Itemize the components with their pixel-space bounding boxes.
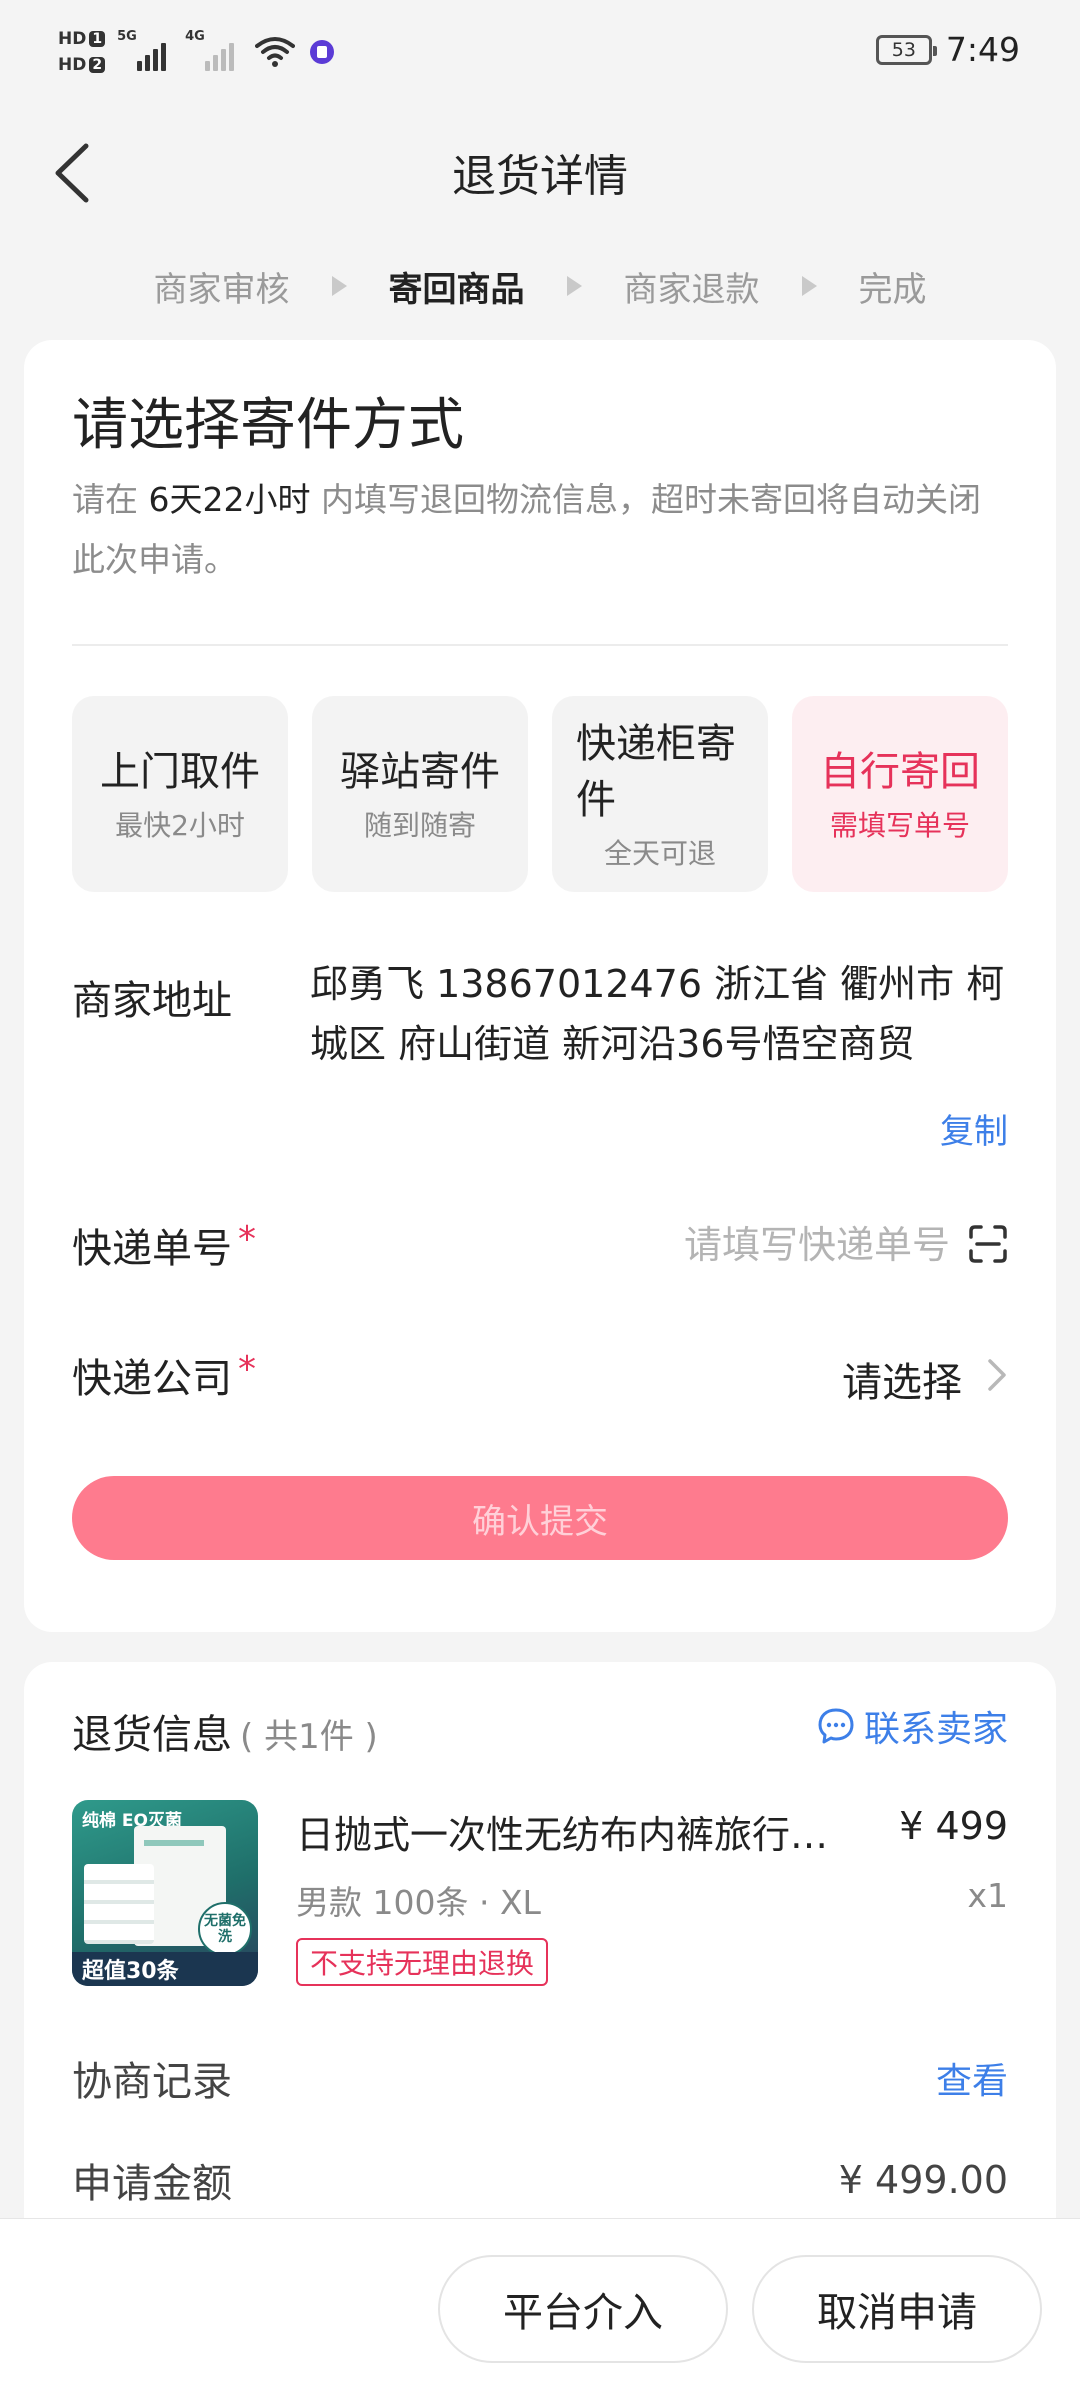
battery-level: 53 [891, 38, 916, 61]
scan-icon[interactable] [968, 1224, 1008, 1264]
cancel-application-button[interactable]: 取消申请 [752, 2255, 1042, 2363]
signal-bar [145, 55, 151, 71]
chat-icon [818, 1708, 854, 1744]
hd2-num: 2 [89, 57, 106, 73]
product-spec: 男款 100条 · XL [296, 1883, 541, 1922]
step-arrow-icon [331, 276, 347, 296]
shipping-card: 请选择寄件方式 请在 6天22小时 内填写退回物流信息，超时未寄回将自动关闭此次… [24, 340, 1056, 1632]
amount-label: 申请金额 [72, 2161, 232, 2207]
shipping-title: 请选择寄件方式 [72, 393, 464, 458]
status-bar: HD 1 HD 2 5G 4G 53 7:49 [0, 0, 1080, 104]
hd-indicators: HD 1 HD 2 [58, 29, 106, 75]
chevron-right-icon [988, 1359, 1006, 1391]
note-deadline: 6天22小时 [148, 480, 311, 519]
step-complete: 完成 [858, 269, 927, 310]
product-image[interactable]: 纯棉 EO灭菌 无菌免洗 超值30条 [72, 1800, 258, 1986]
courier-company-row[interactable]: 快递公司 * 请选择 [72, 1340, 1008, 1410]
method-sub: 全天可退 [603, 837, 716, 870]
signal-bar [213, 55, 219, 71]
signal-bar [161, 43, 167, 71]
clock: 7:49 [945, 30, 1020, 69]
method-home-pickup[interactable]: 上门取件 最快2小时 [72, 696, 288, 892]
method-label: 快递柜寄件 [576, 721, 736, 823]
battery-icon: 53 [875, 34, 937, 65]
method-station[interactable]: 驿站寄件 随到随寄 [312, 696, 528, 892]
merchant-address: 邱勇飞 13867012476 浙江省 衢州市 柯城区 府山街道 新河沿36号悟… [310, 962, 1005, 1066]
page-title: 退货详情 [452, 151, 628, 202]
step-arrow-icon [801, 276, 817, 296]
method-sub: 最快2小时 [115, 809, 245, 842]
shipping-methods: 上门取件 最快2小时 驿站寄件 随到随寄 快递柜寄件 全天可退 自行寄回 需填写… [72, 696, 1008, 892]
required-mark: * [238, 1348, 256, 1390]
product-image-banner: 超值30条 [72, 1952, 258, 1986]
method-label: 上门取件 [100, 749, 260, 795]
signal-bar [229, 43, 235, 71]
method-sub: 需填写单号 [829, 809, 970, 842]
copy-address-button[interactable]: 复制 [940, 1104, 1008, 1153]
method-self-ship[interactable]: 自行寄回 需填写单号 [792, 696, 1008, 892]
method-locker[interactable]: 快递柜寄件 全天可退 [552, 696, 768, 892]
amount-value: ¥ 499.00 [838, 2158, 1008, 2202]
amount-row: 申请金额 ¥ 499.00 [72, 2150, 1008, 2210]
wifi-icon [255, 37, 296, 67]
view-negotiation-link[interactable]: 查看 [936, 2052, 1008, 2104]
signal-bar [221, 49, 227, 71]
signal-bar [137, 61, 143, 71]
step-merchant-refund: 商家退款 [623, 269, 760, 310]
product-name[interactable]: 日抛式一次性无纺布内裤旅行… [296, 1804, 876, 1859]
signal-icon: 5G [117, 29, 173, 71]
step-return-goods: 寄回商品 [388, 269, 525, 310]
signal-bar [205, 61, 211, 71]
item-count: ( 共1件 ) [240, 1717, 378, 1757]
platform-intervene-button[interactable]: 平台介入 [438, 2255, 728, 2363]
progress-steps: 商家审核 寄回商品 商家退款 完成 [0, 256, 1080, 316]
divider [72, 644, 1008, 646]
bottom-action-bar: 平台介入 取消申请 [0, 2218, 1080, 2388]
product-image-badge: 无菌免洗 [198, 1902, 252, 1956]
app-badge-icon [310, 40, 335, 64]
product-quantity: x1 [967, 1876, 1008, 1915]
net2-label: 4G [185, 29, 205, 44]
method-label: 自行寄回 [820, 749, 980, 795]
required-mark: * [238, 1218, 256, 1260]
contact-seller-label: 联系卖家 [863, 1709, 1008, 1750]
method-sub: 随到随寄 [363, 809, 476, 842]
method-label: 驿站寄件 [340, 749, 500, 795]
hd1-num: 1 [89, 31, 106, 47]
tracking-label: 快递单号 [72, 1226, 232, 1272]
step-merchant-review: 商家审核 [153, 269, 290, 310]
tracking-number-input[interactable] [530, 1210, 950, 1280]
status-right: 53 7:49 [875, 30, 1020, 69]
contact-seller-button[interactable]: 联系卖家 [816, 1700, 1008, 1752]
tracking-row: 快递单号 * [72, 1210, 1008, 1280]
signal-icon: 4G [185, 29, 241, 71]
address-label: 商家地址 [72, 978, 232, 1024]
negotiation-label: 协商记录 [72, 2059, 232, 2105]
header: 退货详情 [0, 104, 1080, 236]
return-info-label: 退货信息 [72, 1712, 232, 1758]
product-stack-graphic [84, 1864, 154, 1944]
no-reason-return-tag: 不支持无理由退换 [296, 1938, 549, 1986]
negotiation-row: 协商记录 查看 [72, 2048, 1008, 2108]
shipping-note: 请在 6天22小时 内填写退回物流信息，超时未寄回将自动关闭此次申请。 [72, 470, 1012, 590]
confirm-submit-button[interactable]: 确认提交 [72, 1476, 1008, 1560]
signal-bar [153, 49, 159, 71]
product-price: ¥ 499 [899, 1804, 1008, 1848]
hd2-label: HD [58, 55, 87, 75]
step-arrow-icon [566, 276, 582, 296]
hd2-tag: HD 2 [58, 55, 106, 75]
hd1-tag: HD 1 [58, 29, 106, 49]
status-left: HD 1 HD 2 5G 4G [58, 22, 335, 82]
company-label: 快递公司 [72, 1356, 232, 1402]
hd1-label: HD [58, 29, 87, 49]
return-info-title: 退货信息( 共1件 ) [72, 1702, 378, 1760]
net1-label: 5G [117, 29, 137, 44]
note-prefix: 请在 [72, 480, 149, 519]
company-select-value[interactable]: 请选择 [842, 1350, 962, 1408]
